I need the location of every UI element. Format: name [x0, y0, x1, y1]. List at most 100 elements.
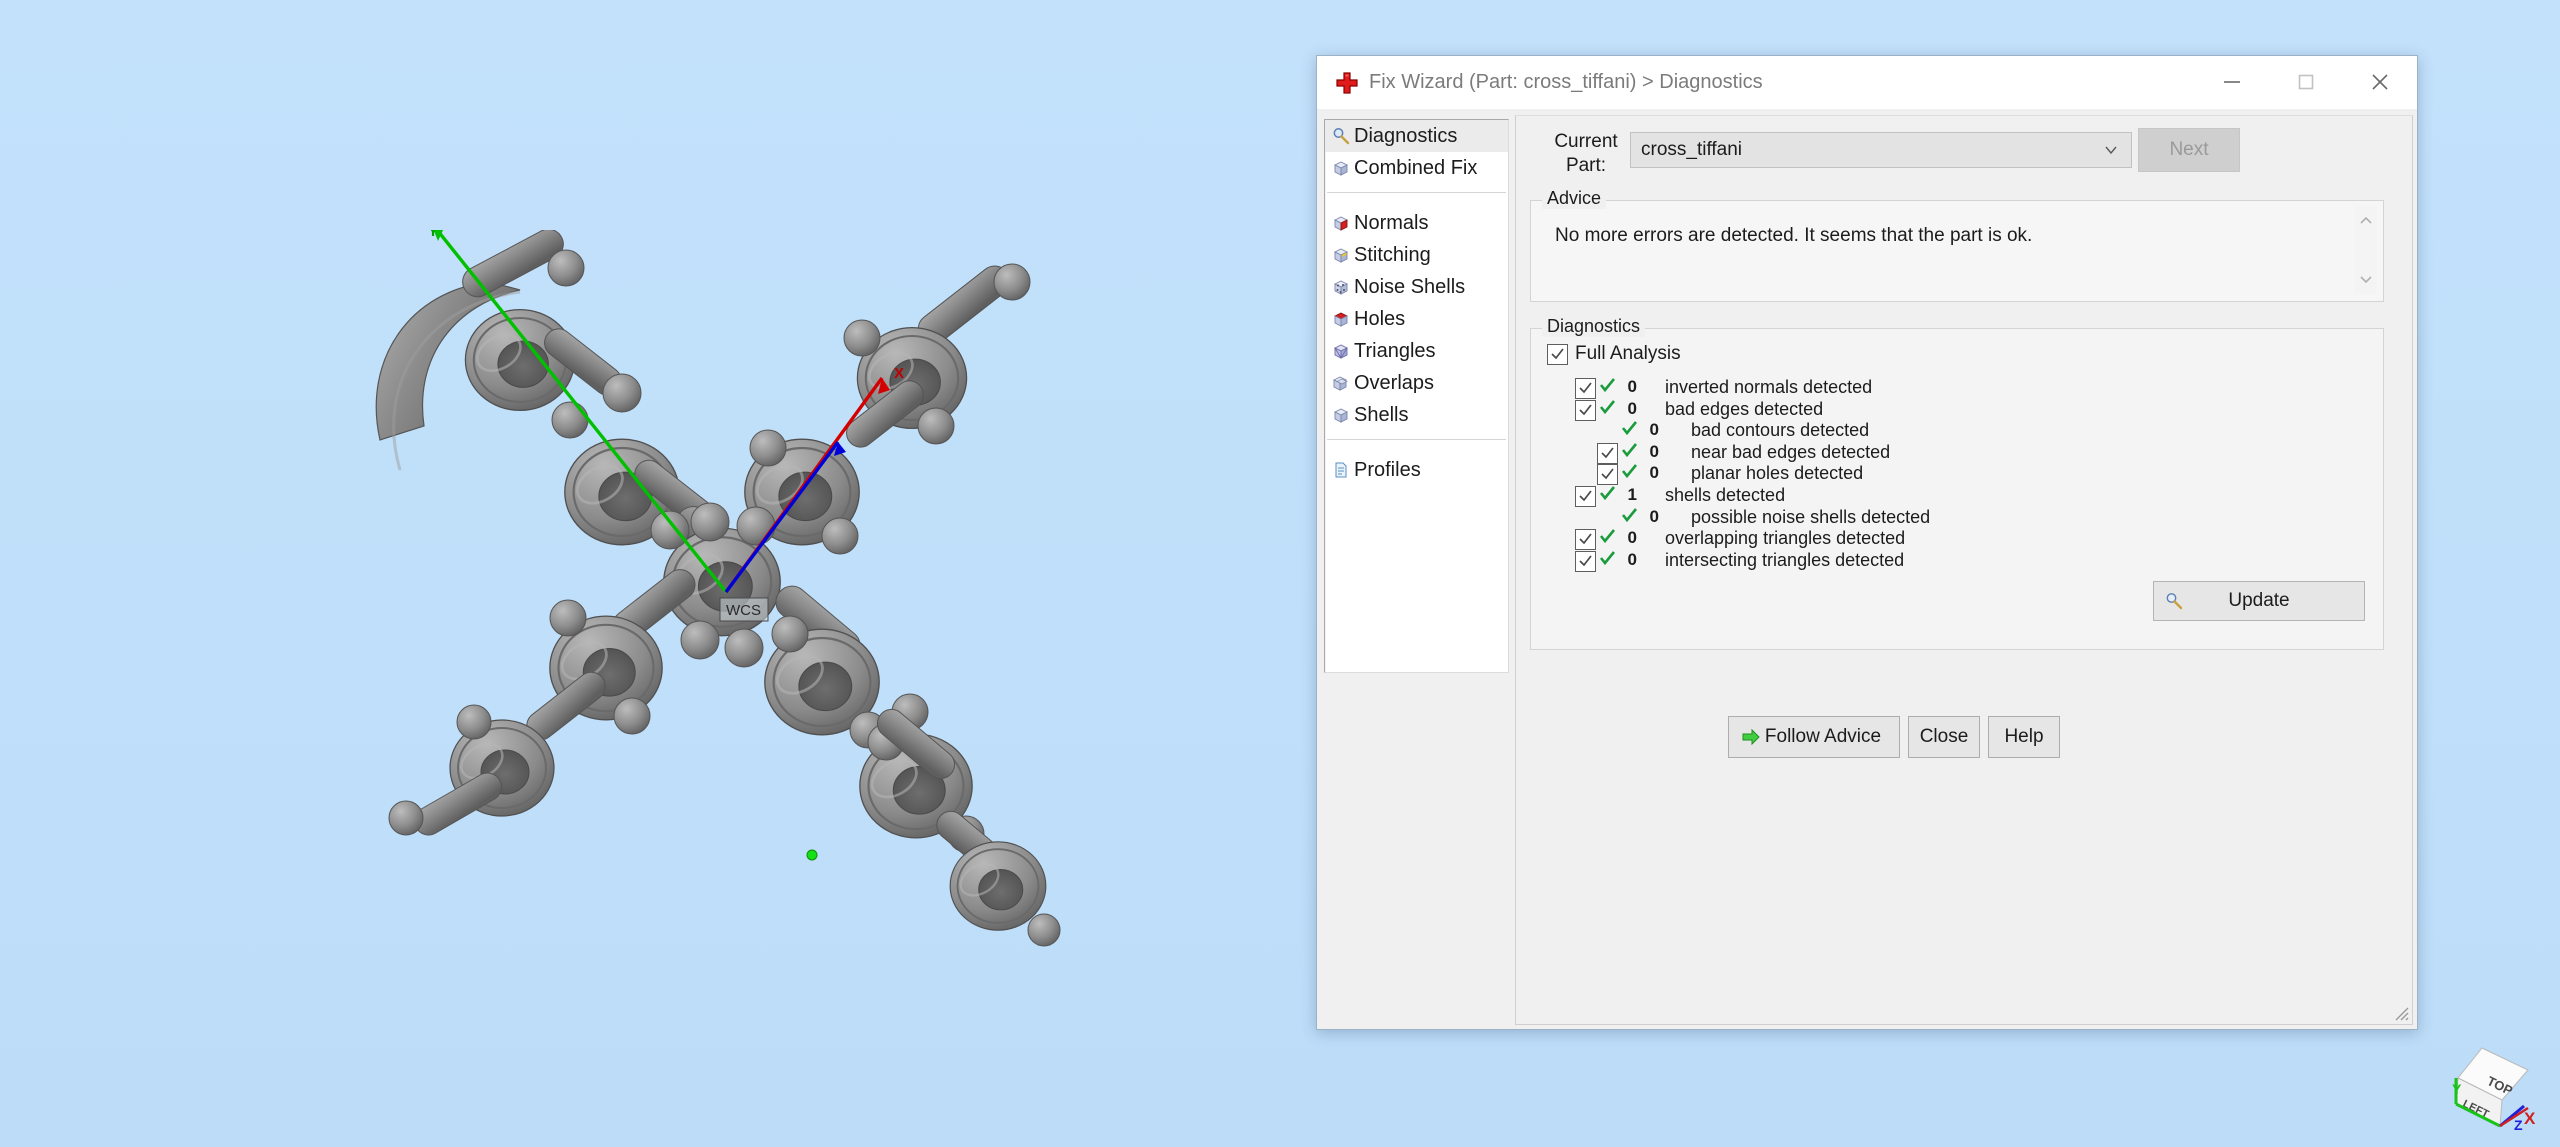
diagnostic-checkbox[interactable] — [1575, 378, 1596, 399]
dialog-title: Fix Wizard (Part: cross_tiffani) > Diagn… — [1369, 71, 1763, 93]
sidebar-item-label: Combined Fix — [1354, 156, 1478, 179]
sidebar-item-overlaps[interactable]: Overlaps — [1325, 367, 1508, 399]
cube-red-face-icon — [1331, 213, 1351, 233]
diagnostic-checkbox[interactable] — [1597, 442, 1618, 464]
sidebar-item-label: Holes — [1354, 307, 1406, 330]
full-analysis-label: Full Analysis — [1575, 343, 1681, 364]
status-ok-icon — [1621, 507, 1638, 529]
red-cross-icon — [1336, 72, 1358, 94]
svg-text:X: X — [894, 365, 904, 382]
diagnostic-row: 0 bad contours detected — [1531, 420, 2383, 442]
update-button[interactable]: Update — [2153, 581, 2365, 621]
current-part-label: Current Part: — [1550, 130, 1622, 178]
sidebar-item-normals[interactable]: Normals — [1325, 207, 1508, 239]
diagnostic-checkbox[interactable] — [1575, 399, 1596, 421]
sidebar-item-label: Noise Shells — [1354, 275, 1466, 298]
next-button[interactable]: Next — [2138, 128, 2240, 172]
diagnostic-count: 1 — [1627, 484, 1637, 504]
follow-advice-label: Follow Advice — [1764, 726, 1882, 747]
document-icon — [1331, 460, 1351, 480]
sidebar-item-noise-shells[interactable]: Noise Shells — [1325, 271, 1508, 303]
sidebar-item-triangles[interactable]: Triangles — [1325, 335, 1508, 367]
scroll-up-icon[interactable] — [2355, 210, 2377, 232]
sidebar-item-holes[interactable]: Holes — [1325, 303, 1508, 335]
dialog-titlebar[interactable]: Fix Wizard (Part: cross_tiffani) > Diagn… — [1317, 56, 2417, 110]
current-part-dropdown[interactable]: cross_tiffani — [1630, 132, 2132, 168]
diagnostic-count: 0 — [1649, 420, 1659, 440]
scroll-down-icon[interactable] — [2355, 268, 2377, 290]
svg-text:WCS: WCS — [726, 602, 761, 619]
advice-group: Advice No more errors are detected. It s… — [1530, 188, 2384, 302]
diagnostic-label: shells detected — [1665, 484, 1786, 505]
nav-separator — [1327, 439, 1506, 440]
magnifier-icon — [1331, 126, 1351, 146]
diagnostic-label: bad edges detected — [1665, 398, 1824, 419]
diagnostic-label: possible noise shells detected — [1691, 506, 1931, 527]
close-button[interactable] — [2343, 56, 2417, 108]
3d-model-cross[interactable]: Y X WCS — [370, 230, 1070, 950]
status-ok-icon — [1621, 420, 1638, 442]
advice-scrollbar[interactable] — [2355, 206, 2377, 294]
maximize-button[interactable] — [2269, 56, 2343, 108]
sidebar-item-label: Diagnostics — [1354, 124, 1458, 147]
cube-icon — [1331, 158, 1351, 178]
close-dialog-button[interactable]: Close — [1908, 716, 1980, 758]
diagnostics-rows: 0 inverted normals detected 0 bad edges det… — [1531, 377, 2383, 572]
diagnostic-row: 0 planar holes detected — [1531, 463, 2383, 486]
wcs-label: WCS — [719, 597, 769, 622]
diagnostic-label: intersecting triangles detected — [1665, 549, 1905, 570]
sidebar-item-label: Stitching — [1354, 243, 1431, 266]
diagnostic-row: 0 overlapping triangles detected — [1531, 528, 2383, 551]
cube-shell-icon — [1331, 405, 1351, 425]
status-ok-icon — [1621, 442, 1638, 464]
sidebar-item-label: Profiles — [1354, 458, 1421, 481]
sidebar-item-label: Triangles — [1354, 339, 1436, 362]
content-pane: Current Part: cross_tiffani Next Advice … — [1515, 115, 2413, 1025]
status-ok-icon — [1599, 550, 1616, 572]
maximize-icon — [2298, 74, 2314, 90]
diagnostic-checkbox[interactable] — [1597, 464, 1618, 486]
diagnostic-count: 0 — [1649, 441, 1659, 461]
resize-grip-icon[interactable] — [2391, 1003, 2409, 1021]
diagnostic-checkbox[interactable] — [1575, 529, 1596, 551]
sidebar-item-stitching[interactable]: Stitching — [1325, 239, 1508, 271]
follow-advice-button[interactable]: Follow Advice — [1728, 716, 1900, 758]
view-cube[interactable]: TOP LEFT Y Z X — [2432, 1034, 2542, 1139]
minimize-button[interactable] — [2195, 56, 2269, 108]
navigation-panel[interactable]: Diagnostics Combined Fix Normals Stitchi… — [1324, 119, 1509, 673]
diagnostic-checkbox[interactable] — [1575, 485, 1596, 507]
diagnostic-count: 0 — [1627, 549, 1637, 569]
cube-yellow-seam-icon — [1331, 245, 1351, 265]
diagnostic-row: 0 near bad edges detected — [1531, 442, 2383, 464]
checkbox-box — [1547, 343, 1568, 365]
diagnostic-count: 0 — [1649, 506, 1659, 526]
cube-triangles-icon — [1331, 341, 1351, 361]
diagnostic-count: 0 — [1627, 398, 1637, 418]
sidebar-item-combined-fix[interactable]: Combined Fix — [1325, 152, 1508, 184]
diagnostic-label: planar holes detected — [1691, 463, 1864, 484]
close-icon — [2372, 74, 2388, 90]
diagnostic-row: 0 intersecting triangles detected — [1531, 550, 2383, 572]
sidebar-item-label: Shells — [1354, 403, 1409, 426]
diagnostic-count: 0 — [1627, 377, 1637, 396]
diagnostic-checkbox[interactable] — [1575, 550, 1596, 572]
svg-text:Z: Z — [2514, 1117, 2523, 1133]
cube-overlap-icon — [1331, 373, 1351, 393]
full-analysis-checkbox[interactable]: Full Analysis — [1547, 343, 1681, 365]
sidebar-item-shells[interactable]: Shells — [1325, 399, 1508, 431]
sidebar-item-diagnostics[interactable]: Diagnostics — [1325, 120, 1508, 152]
sidebar-item-label: Overlaps — [1354, 371, 1435, 394]
current-part-value: cross_tiffani — [1641, 139, 1743, 160]
diagnostic-row: 0 inverted normals detected — [1531, 377, 2383, 399]
diagnostic-row: 1 shells detected — [1531, 485, 2383, 507]
origin-point — [806, 849, 818, 861]
diagnostics-legend: Diagnostics — [1542, 316, 1646, 337]
diagnostics-group: Diagnostics Full Analysis 0 inverted norm… — [1530, 316, 2384, 650]
magnifier-icon — [2164, 591, 2184, 616]
sidebar-item-profiles[interactable]: Profiles — [1325, 454, 1508, 486]
diagnostic-row: 0 possible noise shells detected — [1531, 507, 2383, 529]
help-button[interactable]: Help — [1988, 716, 2060, 758]
diagnostic-label: bad contours detected — [1691, 420, 1870, 441]
status-ok-icon — [1599, 377, 1616, 399]
diagnostic-count: 0 — [1649, 463, 1659, 483]
